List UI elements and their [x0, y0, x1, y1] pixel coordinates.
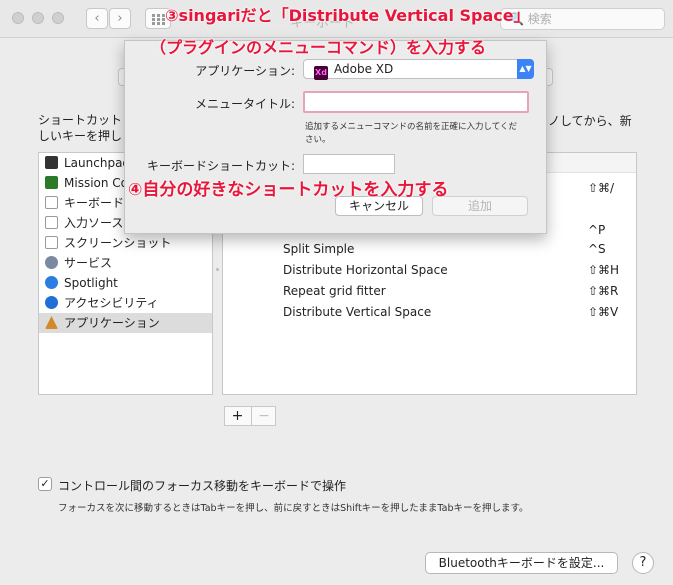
add-shortcut-button[interactable]: + — [225, 407, 250, 425]
sidebar-item-applications[interactable]: アプリケーション — [39, 313, 212, 333]
shortcut-row[interactable]: Repeat grid fitter ⇧⌘R — [283, 284, 633, 298]
shortcut-row[interactable]: Distribute Horizontal Space ⇧⌘H — [283, 263, 633, 277]
shortcut-keys: ⇧⌘/ — [588, 181, 615, 195]
minimize-window-button[interactable] — [32, 12, 44, 24]
menu-title-label: メニュータイトル: — [194, 97, 295, 111]
launchpad-icon — [45, 156, 58, 169]
annotation-step3-line2: （プラグインのメニューコマンド）を入力する — [150, 38, 487, 57]
input-source-icon — [45, 216, 58, 229]
adobe-xd-icon: Xd — [314, 66, 328, 80]
spotlight-icon — [45, 276, 58, 289]
keyboard-shortcut-input[interactable] — [303, 154, 395, 174]
search-placeholder: 検索 — [527, 12, 552, 26]
sidebar-item-spotlight[interactable]: Spotlight — [39, 273, 212, 293]
shortcut-keys: ⇧⌘V — [588, 305, 619, 319]
shortcut-row[interactable]: Distribute Vertical Space ⇧⌘V — [283, 305, 633, 319]
menu-title-hint: 追加するメニューコマンドの名前を正確に入力してください。 — [305, 122, 517, 145]
shortcut-description-right: ノしてから、新 — [548, 114, 632, 128]
shortcut-row[interactable]: Split Simple ^S — [283, 242, 633, 256]
application-value: Adobe XD — [334, 62, 394, 76]
zoom-window-button[interactable] — [52, 12, 64, 24]
shortcut-description: ショートカットしいキーを押し — [38, 113, 123, 143]
add-remove-control: + − — [224, 406, 276, 426]
shortcut-keys: ⇧⌘H — [588, 263, 620, 277]
forward-button[interactable]: › — [109, 8, 131, 29]
shortcut-keys: ^P — [588, 223, 606, 237]
screenshot-icon — [45, 236, 58, 249]
shortcut-keys: ^S — [588, 242, 606, 256]
sidebar-item-services[interactable]: サービス — [39, 253, 212, 273]
chevron-updown-icon: ▲▼ — [517, 59, 534, 79]
shortcut-keys: ⇧⌘R — [588, 284, 619, 298]
mission-control-icon — [45, 176, 58, 189]
annotation-step4: ④自分の好きなショートカットを入力する — [128, 180, 449, 200]
help-button[interactable]: ? — [632, 552, 654, 574]
menu-title-input[interactable] — [303, 91, 529, 113]
gear-icon — [45, 256, 58, 269]
focus-navigation-label: コントロール間のフォーカス移動をキーボードで操作 — [58, 479, 347, 493]
bluetooth-keyboard-setup-button[interactable]: Bluetoothキーボードを設定... — [425, 552, 618, 574]
close-window-button[interactable] — [12, 12, 24, 24]
accessibility-icon — [45, 296, 58, 309]
split-view-handle[interactable] — [216, 268, 219, 271]
focus-help-text: フォーカスを次に移動するときはTabキーを押し、前に戻すときはShiftキーを押… — [58, 503, 529, 514]
add-shortcut-sheet: アプリケーション: Xd Adobe XD ▲▼ メニュータイトル: 追加するメニ… — [124, 40, 547, 234]
application-label: アプリケーション: — [195, 64, 295, 78]
applications-icon — [45, 316, 58, 329]
back-button[interactable]: ‹ — [86, 8, 108, 29]
focus-navigation-checkbox[interactable]: ✓ — [38, 477, 52, 491]
annotation-step3-line1: ③singariだと「Distribute Vertical Space」 — [165, 6, 530, 25]
keyboard-shortcut-label: キーボードショートカット: — [146, 159, 295, 173]
sidebar-item-screenshot[interactable]: スクリーンショット — [39, 233, 212, 253]
sidebar-item-accessibility[interactable]: アクセシビリティ — [39, 293, 212, 313]
keyboard-icon — [45, 196, 58, 209]
remove-shortcut-button[interactable]: − — [251, 407, 276, 425]
application-popup[interactable]: Xd Adobe XD ▲▼ — [303, 59, 534, 80]
